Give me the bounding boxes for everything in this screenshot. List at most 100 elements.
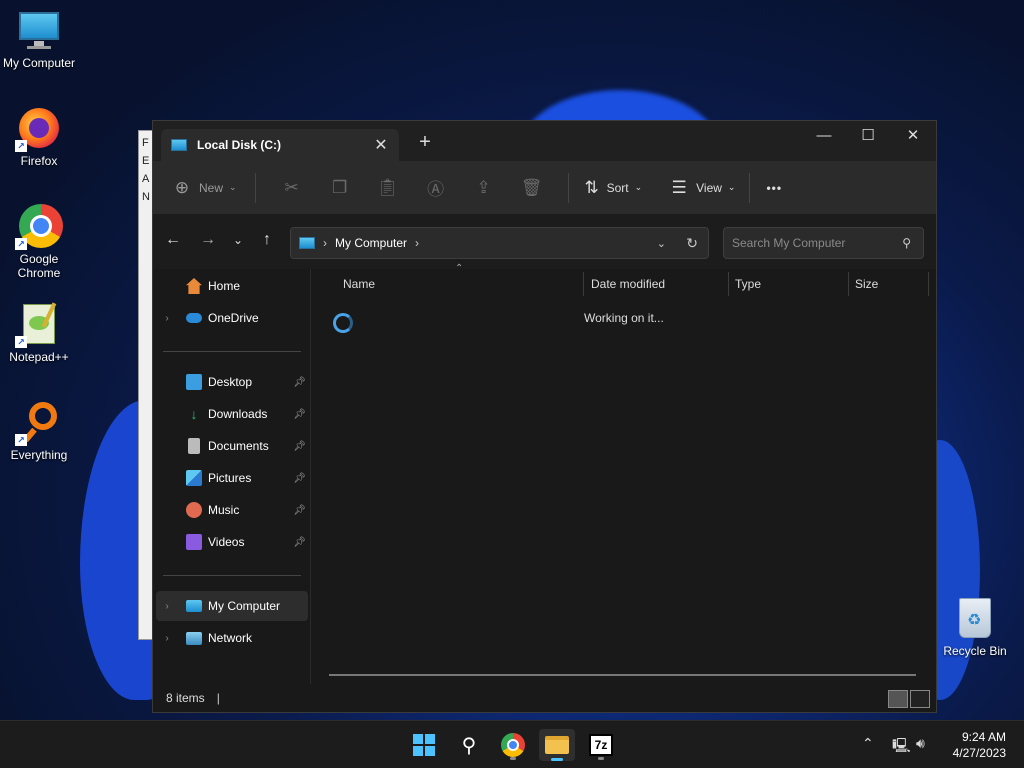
breadcrumb-my-computer[interactable]: My Computer bbox=[335, 236, 407, 250]
everything-icon: ↗ bbox=[15, 400, 61, 446]
pin-icon[interactable]: 📌︎ bbox=[293, 441, 306, 452]
sidebar-item-desktop[interactable]: Desktop 📌︎ bbox=[156, 367, 308, 397]
show-hidden-icons-button[interactable]: ⌃ bbox=[862, 735, 874, 752]
expand-chevron-icon[interactable]: › bbox=[156, 601, 178, 612]
new-tab-button[interactable]: + bbox=[411, 131, 439, 154]
start-button[interactable] bbox=[406, 729, 442, 761]
explorer-body: Home › OneDrive Desktop 📌︎ ↓ Downloads 📌… bbox=[153, 263, 936, 712]
column-header-size[interactable]: Size bbox=[855, 269, 878, 299]
cloud-icon bbox=[186, 313, 202, 323]
command-bar: ⊕ New ⌄ ✂ ❐ 📋︎ Ⓐ ⇪ 🗑︎ ⇅ Sort ⌄ ☰ View ⌄ … bbox=[153, 161, 936, 215]
search-input[interactable]: Search My Computer ⚲ bbox=[723, 227, 924, 259]
desktop-icon-chrome[interactable]: ↗ Google Chrome bbox=[0, 204, 78, 280]
sidebar-item-videos[interactable]: Videos 📌︎ bbox=[156, 527, 308, 557]
view-button[interactable]: ☰ View ⌄ bbox=[668, 171, 736, 205]
taskbar-file-explorer-button[interactable] bbox=[539, 729, 575, 761]
cut-button[interactable]: ✂ bbox=[268, 171, 316, 205]
taskbar-search-button[interactable]: ⚲ bbox=[451, 729, 487, 761]
taskbar: ⚲ 7z ⌃ 🖳︎ 🔊︎ 9:24 AM 4/27/2023 bbox=[0, 720, 1024, 768]
details-view-button[interactable] bbox=[888, 690, 908, 708]
copy-button[interactable]: ❐ bbox=[316, 171, 364, 205]
network-status-icon[interactable]: 🖳︎ bbox=[892, 735, 911, 759]
refresh-icon[interactable]: ↻ bbox=[686, 235, 698, 252]
column-header-name[interactable]: Name bbox=[343, 269, 375, 299]
status-bar: 8 items | bbox=[153, 684, 936, 712]
pin-icon[interactable]: 📌︎ bbox=[293, 537, 306, 548]
desktop-icon-firefox[interactable]: ↗ Firefox bbox=[0, 106, 78, 168]
taskbar-7zip-button[interactable]: 7z bbox=[583, 729, 619, 761]
expand-chevron-icon[interactable]: › bbox=[156, 313, 178, 324]
large-icons-view-button[interactable] bbox=[910, 690, 930, 708]
desktop-icon-recycle-bin[interactable]: ♻ Recycle Bin bbox=[936, 596, 1014, 658]
address-bar[interactable]: › My Computer › ⌄ ↻ bbox=[290, 227, 709, 259]
pin-icon[interactable]: 📌︎ bbox=[293, 505, 306, 516]
monitor-icon bbox=[17, 8, 61, 52]
pin-icon[interactable]: 📌︎ bbox=[293, 409, 306, 420]
sidebar-item-pictures[interactable]: Pictures 📌︎ bbox=[156, 463, 308, 493]
sidebar-item-network[interactable]: › Network bbox=[156, 623, 308, 653]
loading-spinner-icon bbox=[333, 313, 353, 333]
breadcrumb-chevron-icon[interactable]: › bbox=[415, 236, 419, 250]
paste-button[interactable]: 📋︎ bbox=[364, 171, 412, 205]
desktop-icon-my-computer[interactable]: My Computer bbox=[0, 8, 78, 70]
search-icon: ⚲ bbox=[902, 236, 911, 250]
up-arrow-icon[interactable]: ↑ bbox=[255, 231, 279, 249]
desktop-icon-notepadpp[interactable]: ↗ Notepad++ bbox=[0, 302, 78, 364]
close-button[interactable]: ✕ bbox=[890, 121, 936, 153]
forward-arrow-icon[interactable]: → bbox=[196, 231, 220, 249]
tab-local-disk[interactable]: Local Disk (C:) ✕ bbox=[161, 129, 399, 161]
firefox-icon: ↗ bbox=[15, 106, 61, 152]
download-arrow-icon: ↓ bbox=[190, 406, 198, 422]
document-icon bbox=[188, 438, 200, 454]
desktop-icon-everything[interactable]: ↗ Everything bbox=[0, 400, 78, 462]
more-options-button[interactable]: ••• bbox=[766, 171, 782, 205]
paste-icon: 📋︎ bbox=[376, 177, 399, 197]
navigation-pane: Home › OneDrive Desktop 📌︎ ↓ Downloads 📌… bbox=[153, 269, 311, 684]
taskbar-chrome-button[interactable] bbox=[495, 729, 531, 761]
sidebar-item-music[interactable]: Music 📌︎ bbox=[156, 495, 308, 525]
shortcut-arrow-icon: ↗ bbox=[15, 434, 27, 446]
maximize-button[interactable]: ☐ bbox=[845, 121, 891, 153]
scissors-icon: ✂ bbox=[284, 177, 299, 197]
column-header-date-modified[interactable]: Date modified bbox=[591, 269, 665, 299]
chrome-icon: ↗ bbox=[15, 204, 63, 250]
back-arrow-icon[interactable]: ← bbox=[161, 231, 185, 249]
delete-button[interactable]: 🗑︎ bbox=[508, 171, 556, 205]
history-dropdown-icon[interactable]: ⌄ bbox=[657, 237, 666, 250]
loading-status-text: Working on it... bbox=[584, 311, 664, 325]
tab-close-icon[interactable]: ✕ bbox=[369, 135, 393, 155]
trash-icon: 🗑︎ bbox=[520, 177, 543, 197]
shortcut-arrow-icon: ↗ bbox=[15, 140, 27, 152]
sidebar-item-downloads[interactable]: ↓ Downloads 📌︎ bbox=[156, 399, 308, 429]
sidebar-item-home[interactable]: Home bbox=[156, 271, 308, 301]
rename-button[interactable]: Ⓐ bbox=[412, 171, 460, 205]
share-button[interactable]: ⇪ bbox=[460, 171, 508, 205]
column-header-type[interactable]: Type bbox=[735, 269, 761, 299]
volume-icon[interactable]: 🔊︎ bbox=[916, 735, 925, 752]
start-icon bbox=[413, 734, 435, 756]
new-button[interactable]: ⊕ New ⌄ bbox=[171, 171, 237, 205]
pin-icon[interactable]: 📌︎ bbox=[293, 377, 306, 388]
file-explorer-icon bbox=[545, 736, 569, 754]
minimize-button[interactable]: — bbox=[801, 121, 847, 153]
expand-chevron-icon[interactable]: › bbox=[156, 633, 178, 644]
sidebar-item-my-computer[interactable]: › My Computer bbox=[156, 591, 308, 621]
videos-icon bbox=[186, 534, 202, 550]
pictures-icon bbox=[186, 470, 202, 486]
7zip-icon: 7z bbox=[589, 734, 613, 756]
horizontal-scrollbar[interactable] bbox=[329, 674, 916, 676]
item-count: 8 items bbox=[166, 691, 205, 705]
chevron-down-icon: ⌄ bbox=[727, 182, 736, 192]
chevron-down-icon: ⌄ bbox=[229, 182, 237, 192]
sort-ascending-icon: ⌃ bbox=[455, 263, 464, 274]
recent-chevron-icon[interactable]: ⌄ bbox=[226, 233, 250, 247]
copy-icon: ❐ bbox=[331, 177, 348, 197]
sort-button[interactable]: ⇅ Sort ⌄ bbox=[581, 171, 642, 205]
sidebar-item-onedrive[interactable]: › OneDrive bbox=[156, 303, 308, 333]
title-bar: Local Disk (C:) ✕ + — ☐ ✕ bbox=[153, 121, 936, 161]
pin-icon[interactable]: 📌︎ bbox=[293, 473, 306, 484]
system-clock[interactable]: 9:24 AM 4/27/2023 bbox=[953, 729, 1006, 761]
rename-icon: Ⓐ bbox=[427, 180, 445, 199]
shortcut-arrow-icon: ↗ bbox=[15, 336, 27, 348]
sidebar-item-documents[interactable]: Documents 📌︎ bbox=[156, 431, 308, 461]
